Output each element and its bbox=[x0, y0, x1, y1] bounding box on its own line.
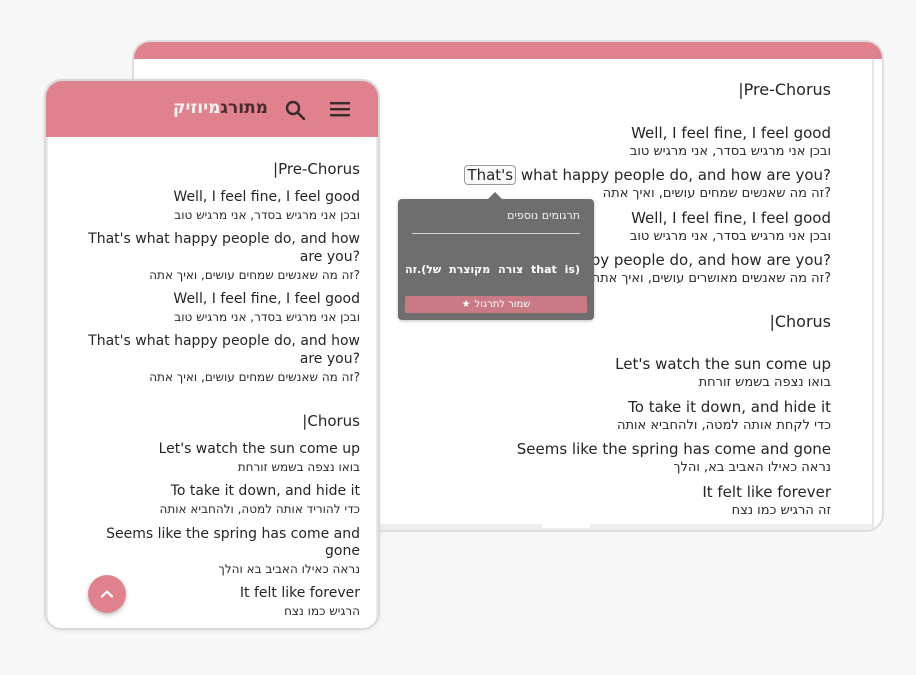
lyric-english-line[interactable]: are you? bbox=[300, 351, 360, 367]
lyric-hebrew-line: זה מה שאנשים שמחים עושים, ואיך אתה? bbox=[602, 186, 831, 201]
desktop-bottom-notch bbox=[542, 524, 590, 528]
tooltip-title: תרגומים נוספים bbox=[507, 209, 580, 222]
lyric-hebrew-line: כדי לקחת אותה למטה, ולהחביא אותה bbox=[616, 418, 831, 433]
mobile-lyrics-content: |Pre-Chorus Well, I feel fine, I feel go… bbox=[46, 137, 378, 628]
lyric-hebrew-line: נראה כאילו האביב בא, והלך bbox=[673, 460, 831, 475]
lyric-hebrew-line: זה מה שאנשים שמחים עושים, ואיך אתה? bbox=[149, 370, 360, 384]
lyric-hebrew-line: הרגיש כמו נצח bbox=[284, 604, 360, 618]
tooltip-divider bbox=[412, 233, 580, 234]
desktop-scrollbar-track[interactable] bbox=[872, 59, 874, 530]
save-for-practice-button[interactable]: ★ שמור לתרגול bbox=[405, 296, 587, 313]
desktop-bottom-bar bbox=[374, 524, 872, 530]
lyric-english-line[interactable]: Well, I feel fine, I feel good bbox=[631, 124, 831, 142]
selected-word[interactable]: That's bbox=[464, 165, 517, 185]
lyric-english-line[interactable]: That's what happy people do, and how bbox=[88, 231, 360, 247]
section-heading: |Pre-Chorus bbox=[273, 160, 360, 178]
translation-tooltip: תרגומים נוספים זה.(צורה מקוצרת של that i… bbox=[398, 192, 594, 320]
lyric-english-line[interactable]: That's what happy people do, and how bbox=[88, 333, 360, 349]
lyric-hebrew-line: בואו נצפה בשמש זורחת bbox=[698, 375, 831, 390]
lyric-hebrew-line: ובכן אני מרגיש בסדר, אני מרגיש טוב bbox=[174, 310, 360, 324]
lyric-hebrew-line: ובכן אני מרגיש בסדר, אני מרגיש טוב bbox=[629, 144, 831, 159]
lyric-english-line[interactable]: Well, I feel fine, I feel good bbox=[631, 209, 831, 227]
save-for-practice-label: שמור לתרגול bbox=[474, 299, 531, 310]
lyric-hebrew-line: זה מה שאנשים שמחים עושים, ואיך אתה? bbox=[149, 268, 360, 282]
lyric-english-line[interactable]: It felt like forever bbox=[240, 585, 360, 601]
lyric-english-line[interactable]: That's what happy people do, and how are… bbox=[464, 165, 831, 185]
lyric-hebrew-line: זה מה שאנשים מאושרים עושים, ואיך אתה? bbox=[591, 271, 831, 286]
lyric-english-line[interactable]: To take it down, and hide it bbox=[628, 398, 831, 416]
search-icon[interactable] bbox=[284, 99, 306, 121]
brand-accent: מיוזיק bbox=[172, 98, 221, 118]
lyric-english-line[interactable]: Let's watch the sun come up bbox=[615, 355, 831, 373]
lyric-hebrew-line: ובכן אני מרגיש בסדר, אני מרגיש טוב bbox=[629, 229, 831, 244]
lyric-english-line[interactable]: Well, I feel fine, I feel good bbox=[173, 291, 360, 307]
app-logo[interactable]: מתורגמיוזיק bbox=[173, 98, 268, 118]
section-heading: |Chorus bbox=[302, 412, 360, 430]
lyric-english-line[interactable]: Seems like the spring has come and gone bbox=[517, 440, 831, 458]
chevron-up-icon bbox=[100, 590, 114, 598]
lyric-hebrew-line: כדי להוריד אותה למטה, ולהחביא אותה bbox=[159, 502, 360, 516]
lyric-english-line[interactable]: Well, I feel fine, I feel good bbox=[173, 189, 360, 205]
mobile-header: מתורגמיוזיק bbox=[46, 81, 378, 137]
lyric-english-rest: what happy people do, and how are you? bbox=[516, 166, 831, 184]
lyric-hebrew-line: זה הרגיש כמו נצח bbox=[731, 503, 831, 518]
scroll-to-top-button[interactable] bbox=[88, 575, 126, 613]
tooltip-translation: זה.(צורה מקוצרת של that is) bbox=[405, 263, 580, 276]
lyric-english-line[interactable]: Let's watch the sun come up bbox=[159, 441, 360, 457]
lyric-english-line[interactable]: It felt like forever bbox=[702, 483, 831, 501]
menu-icon[interactable] bbox=[329, 100, 351, 118]
mobile-lyrics-window: מתורגמיוזיק |Pre-Chorus Well, I feel fin… bbox=[44, 79, 380, 630]
star-icon: ★ bbox=[461, 299, 471, 310]
lyric-english-line[interactable]: To take it down, and hide it bbox=[171, 483, 360, 499]
lyric-english-line[interactable]: are you? bbox=[300, 249, 360, 265]
lyric-english-line[interactable]: gone bbox=[325, 543, 360, 559]
lyric-english-line[interactable]: Seems like the spring has come and bbox=[106, 526, 360, 542]
lyric-hebrew-line: נראה כאילו האביב בא והלך bbox=[218, 562, 360, 576]
section-heading: |Chorus bbox=[769, 312, 831, 331]
lyric-hebrew-line: ובכן אני מרגיש בסדר, אני מרגיש טוב bbox=[174, 208, 360, 222]
desktop-header-bar bbox=[134, 42, 882, 59]
lyric-hebrew-line: בואו נצפה בשמש זורחת bbox=[237, 460, 360, 474]
tooltip-arrow bbox=[488, 192, 502, 199]
brand-main: מתורג bbox=[220, 98, 268, 118]
section-heading: |Pre-Chorus bbox=[738, 80, 831, 99]
